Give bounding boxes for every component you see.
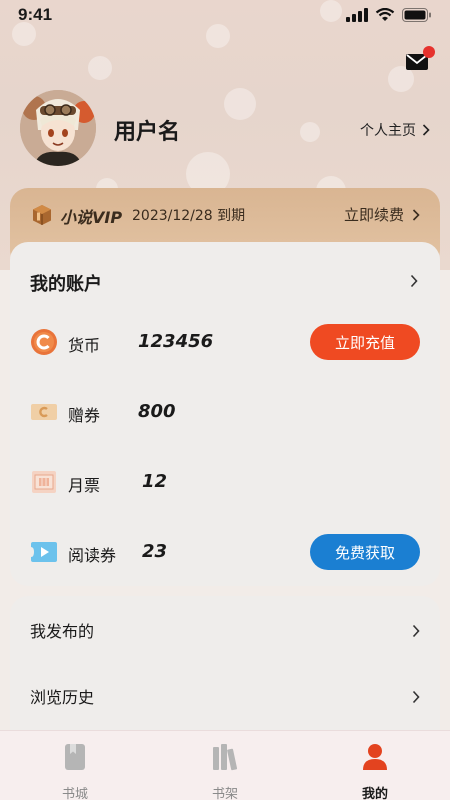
tab-bookshelf[interactable]: 书架 bbox=[185, 741, 265, 800]
account-title: 我的账户 bbox=[30, 274, 102, 295]
wifi-icon bbox=[375, 8, 395, 21]
coin-icon bbox=[31, 329, 57, 355]
vip-expiry: 2023/12/28 到期 bbox=[132, 208, 246, 224]
currency-value: 123456 bbox=[138, 331, 214, 352]
tab-bookstore-label: 书城 bbox=[61, 787, 88, 800]
username: 用户名 bbox=[114, 120, 181, 145]
status-time: 9:41 bbox=[18, 5, 53, 24]
mail-button[interactable] bbox=[405, 46, 435, 74]
signal-icon bbox=[346, 8, 368, 22]
homepage-label: 个人主页 bbox=[360, 123, 416, 139]
browse-history-label: 浏览历史 bbox=[30, 688, 95, 707]
chevron-right-icon bbox=[412, 690, 420, 704]
homepage-link[interactable]: 个人主页 bbox=[360, 120, 430, 140]
coupon-row[interactable]: 赠券 800 bbox=[30, 394, 420, 430]
video-icon bbox=[31, 542, 57, 562]
ticket-value: 12 bbox=[142, 471, 168, 492]
monthly-ticket-row[interactable]: 月票 12 bbox=[30, 464, 420, 500]
browse-history-item[interactable]: 浏览历史 bbox=[30, 676, 420, 716]
bookshelf-icon bbox=[213, 744, 238, 771]
ticket-icon bbox=[32, 471, 56, 493]
tab-bar: 书城 书架 我的 bbox=[0, 730, 450, 800]
voucher-value: 23 bbox=[142, 541, 168, 562]
status-icons bbox=[346, 8, 432, 22]
tab-mine-label: 我的 bbox=[361, 787, 388, 800]
renew-button[interactable]: 立即续费 bbox=[344, 204, 420, 225]
chevron-right-icon bbox=[412, 624, 420, 638]
coupon-icon bbox=[31, 404, 57, 420]
tab-bookstore[interactable]: 书城 bbox=[35, 741, 115, 800]
vip-box-icon bbox=[33, 205, 51, 225]
coupon-label: 赠券 bbox=[68, 406, 101, 425]
avatar[interactable] bbox=[20, 90, 96, 166]
currency-row[interactable]: 货币 123456 立即充值 bbox=[30, 324, 420, 360]
battery-icon bbox=[402, 8, 431, 22]
tab-bookshelf-label: 书架 bbox=[211, 787, 238, 800]
free-get-button[interactable]: 免费获取 bbox=[310, 534, 420, 570]
chevron-right-icon[interactable] bbox=[410, 274, 418, 288]
reading-voucher-row[interactable]: 阅读券 23 免费获取 bbox=[30, 534, 420, 570]
voucher-label: 阅读券 bbox=[68, 546, 117, 565]
renew-label: 立即续费 bbox=[343, 206, 404, 224]
profile-section: 用户名 个人主页 bbox=[20, 90, 430, 168]
my-published-label: 我发布的 bbox=[30, 622, 95, 641]
vip-title: 小说VIP bbox=[60, 208, 123, 227]
tab-mine[interactable]: 我的 bbox=[335, 741, 415, 800]
status-bar: 9:41 bbox=[0, 0, 450, 32]
user-icon bbox=[363, 744, 387, 770]
account-card: 我的账户 货币 123456 立即充值 赠券 800 月票 12 阅读券 23 … bbox=[10, 242, 440, 586]
coupon-value: 800 bbox=[138, 401, 176, 422]
currency-label: 货币 bbox=[68, 336, 101, 355]
my-published-item[interactable]: 我发布的 bbox=[30, 610, 420, 650]
chevron-right-icon bbox=[412, 208, 420, 221]
chevron-right-icon bbox=[422, 124, 430, 136]
notification-badge bbox=[423, 46, 435, 58]
recharge-button[interactable]: 立即充值 bbox=[310, 324, 420, 360]
book-icon bbox=[65, 744, 85, 770]
ticket-label: 月票 bbox=[68, 476, 101, 495]
